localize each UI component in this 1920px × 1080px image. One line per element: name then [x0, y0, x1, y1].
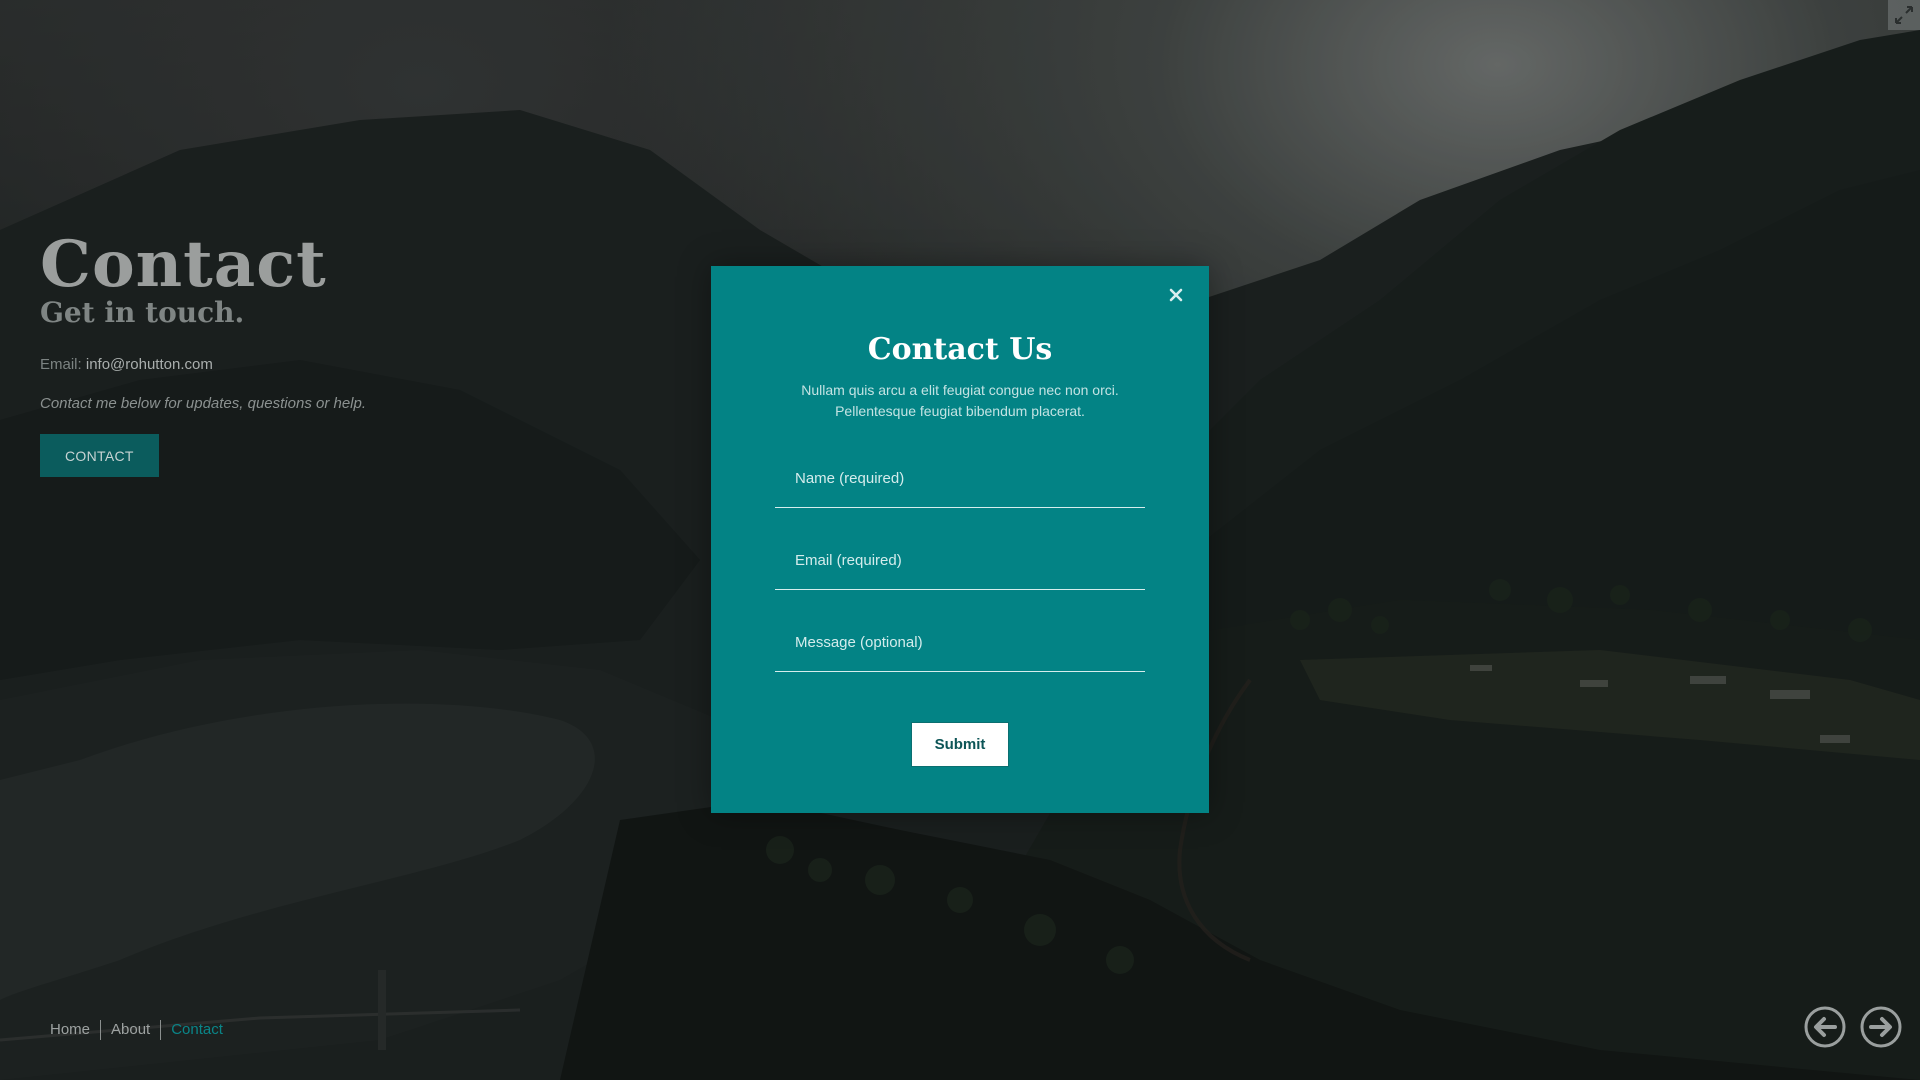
nav-about[interactable]: About: [101, 1020, 160, 1040]
arrow-right-circle-icon[interactable]: [1860, 1006, 1902, 1048]
page-title: Contact: [40, 227, 327, 302]
name-field[interactable]: [775, 450, 1145, 507]
message-field[interactable]: [775, 614, 1145, 671]
email-label: Email:: [40, 356, 82, 374]
contact-note: Contact me below for updates, questions …: [40, 395, 367, 413]
modal-title: Contact Us: [867, 332, 1053, 367]
email-link[interactable]: info@rohutton.com: [86, 356, 213, 373]
close-icon[interactable]: [1165, 284, 1187, 306]
page-subtitle: Get in touch.: [40, 295, 245, 329]
name-field-wrapper: [775, 450, 1145, 508]
nav-contact[interactable]: Contact: [161, 1020, 233, 1040]
footer-nav: Home About Contact: [40, 1020, 233, 1040]
email-field[interactable]: [775, 532, 1145, 589]
submit-button[interactable]: Submit: [911, 722, 1009, 767]
modal-description: Nullam quis arcu a elit feugiat congue n…: [801, 382, 1119, 419]
hero-section: Contact Get in touch. Email: info@rohutt…: [40, 227, 600, 478]
email-field-wrapper: [775, 532, 1145, 590]
fullscreen-toggle-icon[interactable]: [1888, 0, 1920, 30]
page: Contact Get in touch. Email: info@rohutt…: [0, 0, 1920, 1080]
email-line: Email: info@rohutton.com: [40, 356, 600, 373]
nav-home[interactable]: Home: [40, 1020, 100, 1040]
message-field-wrapper: [775, 614, 1145, 672]
contact-button[interactable]: CONTACT: [40, 434, 159, 478]
arrow-left-circle-icon[interactable]: [1804, 1006, 1846, 1048]
contact-modal: Contact Us Nullam quis arcu a elit feugi…: [711, 266, 1209, 813]
